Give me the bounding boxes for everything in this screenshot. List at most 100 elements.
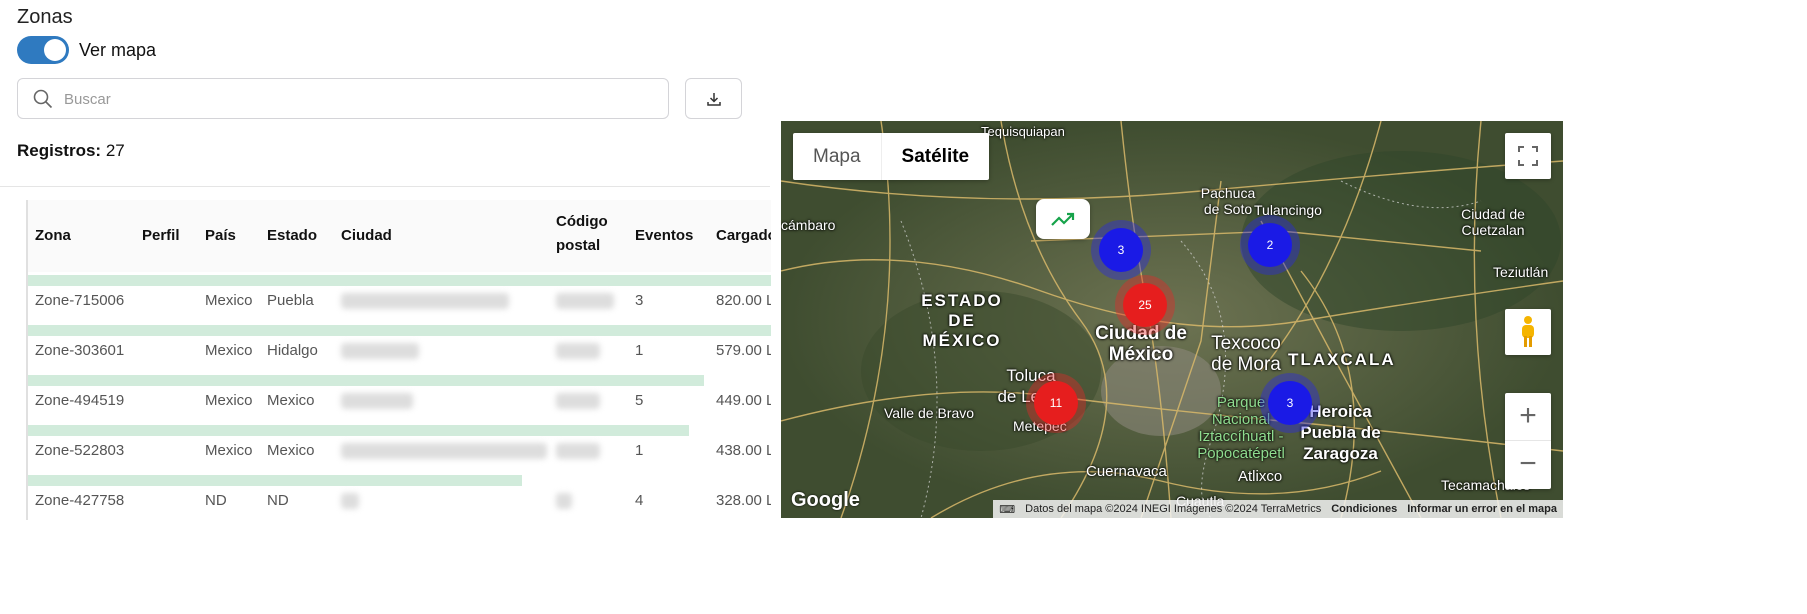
col-codigo-postal[interactable]: Código postal xyxy=(556,210,626,258)
map-type-satelite[interactable]: Satélite xyxy=(882,133,990,180)
cell-cargado: 579.00 L xyxy=(716,342,771,359)
report-error-link[interactable]: Informar un error en el mapa xyxy=(1407,503,1557,515)
cluster-count: 3 xyxy=(1286,396,1294,410)
search-icon xyxy=(33,89,53,109)
row-progress-bar xyxy=(28,375,705,386)
cell-eventos: 1 xyxy=(635,442,644,459)
search-field[interactable] xyxy=(17,78,669,119)
cluster-count: 3 xyxy=(1117,243,1125,257)
cluster-marker[interactable]: 3 xyxy=(1268,381,1312,425)
cell-pais: Mexico xyxy=(205,392,253,409)
row-progress-bar xyxy=(28,425,690,436)
map-label: Atlixco xyxy=(1238,468,1283,485)
cell-ciudad-redacted xyxy=(341,343,419,359)
map-label: Tequisquiapan xyxy=(981,124,1065,139)
trend-marker[interactable] xyxy=(1036,199,1090,239)
cell-estado: Mexico xyxy=(267,442,315,459)
cell-zona: Zone-303601 xyxy=(35,342,125,359)
map-view[interactable]: Tequisquiapan Pachuca de Soto Tulancingo… xyxy=(781,121,1563,518)
map-label: Teziutlán xyxy=(1493,264,1549,280)
keyboard-shortcuts-icon[interactable]: ⌨ xyxy=(999,503,1015,516)
toggle-label: Ver mapa xyxy=(79,40,157,60)
cell-pais: Mexico xyxy=(205,442,253,459)
page-title: Zonas xyxy=(17,6,73,28)
map-type-mapa[interactable]: Mapa xyxy=(793,133,882,180)
col-eventos[interactable]: Eventos xyxy=(635,224,693,248)
cell-zona: Zone-522803 xyxy=(35,442,125,459)
download-button[interactable] xyxy=(685,78,742,119)
conditions-link[interactable]: Condiciones xyxy=(1331,503,1397,515)
cluster-count: 2 xyxy=(1266,238,1274,252)
cell-eventos: 1 xyxy=(635,342,644,359)
cell-zona: Zone-715006 xyxy=(35,292,125,309)
fullscreen-button[interactable] xyxy=(1505,133,1551,179)
cell-eventos: 3 xyxy=(635,292,644,309)
pegman-icon xyxy=(1522,316,1534,347)
map-label: Ciudad de Cuetzalan xyxy=(1461,206,1525,238)
cell-cargado: 820.00 L xyxy=(716,292,771,309)
map-label: Valle de Bravo xyxy=(884,405,975,421)
map-toggle[interactable] xyxy=(17,36,69,64)
map-label: Cuernavaca xyxy=(1086,463,1167,480)
zoom-out-button[interactable]: − xyxy=(1505,441,1551,489)
cluster-marker[interactable]: 25 xyxy=(1123,283,1167,327)
cell-codigo-redacted xyxy=(556,443,600,459)
map-label: TLAXCALA xyxy=(1288,350,1396,369)
map-label: Ciudad de México xyxy=(1095,323,1187,365)
cell-zona: Zone-494519 xyxy=(35,392,125,409)
cluster-marker[interactable]: 2 xyxy=(1248,223,1292,267)
map-label: Texcoco de Mora xyxy=(1211,333,1281,375)
divider xyxy=(0,186,770,187)
cell-eventos: 4 xyxy=(635,492,644,509)
toggle-knob xyxy=(44,39,66,61)
cell-estado: ND xyxy=(267,492,289,509)
cell-zona: Zone-427758 xyxy=(35,492,125,509)
col-ciudad[interactable]: Ciudad xyxy=(341,224,392,248)
cell-ciudad-redacted xyxy=(341,443,547,459)
cell-estado: Hidalgo xyxy=(267,342,318,359)
map-roads xyxy=(781,121,1563,518)
cell-cargado: 328.00 L xyxy=(716,492,771,509)
cell-estado: Puebla xyxy=(267,292,314,309)
street-view-button[interactable] xyxy=(1505,309,1551,355)
fullscreen-icon xyxy=(1518,146,1538,166)
row-progress-bar xyxy=(28,275,771,286)
search-input[interactable] xyxy=(64,87,644,111)
row-progress-bar xyxy=(28,475,522,486)
col-perfil[interactable]: Perfil xyxy=(142,224,180,248)
table-header: Zona Perfil País Estado Ciudad Código po… xyxy=(28,200,771,272)
col-zona[interactable]: Zona xyxy=(35,224,71,248)
cluster-count: 25 xyxy=(1138,298,1152,312)
attribution-text: Datos del mapa ©2024 INEGI Imágenes ©202… xyxy=(1025,503,1322,515)
records-value: 27 xyxy=(105,141,125,160)
google-logo: Google xyxy=(791,489,860,511)
map-attribution: ⌨ Datos del mapa ©2024 INEGI Imágenes ©2… xyxy=(993,500,1563,518)
map-label: Tulancingo xyxy=(1254,202,1322,218)
cell-pais: Mexico xyxy=(205,342,253,359)
cell-codigo-redacted xyxy=(556,393,600,409)
cluster-count: 11 xyxy=(1049,396,1063,410)
cell-cargado: 438.00 L xyxy=(716,442,771,459)
map-type-control: Mapa Satélite xyxy=(793,133,990,180)
col-cargado[interactable]: Cargado xyxy=(716,224,771,248)
cluster-marker[interactable]: 11 xyxy=(1034,381,1078,425)
records-label: Registros: xyxy=(17,141,102,160)
cluster-marker[interactable]: 3 xyxy=(1099,228,1143,272)
col-pais[interactable]: País xyxy=(205,224,236,248)
trending-up-icon xyxy=(1051,212,1075,226)
cell-eventos: 5 xyxy=(635,392,644,409)
zoom-in-button[interactable]: + xyxy=(1505,393,1551,441)
map-label: Pachuca de Soto xyxy=(1200,185,1256,217)
cell-pais: Mexico xyxy=(205,292,253,309)
cell-ciudad-redacted xyxy=(341,493,359,509)
cell-codigo-redacted xyxy=(556,493,572,509)
zones-table: Zona Perfil País Estado Ciudad Código po… xyxy=(26,200,771,520)
zoom-control: + − xyxy=(1505,393,1551,489)
cell-codigo-redacted xyxy=(556,343,600,359)
cell-ciudad-redacted xyxy=(341,393,413,409)
col-estado[interactable]: Estado xyxy=(267,224,317,248)
records-count: Registros: 27 xyxy=(17,141,125,161)
cell-ciudad-redacted xyxy=(341,293,509,309)
cell-pais: ND xyxy=(205,492,227,509)
map-label: cámbaro xyxy=(781,217,836,233)
